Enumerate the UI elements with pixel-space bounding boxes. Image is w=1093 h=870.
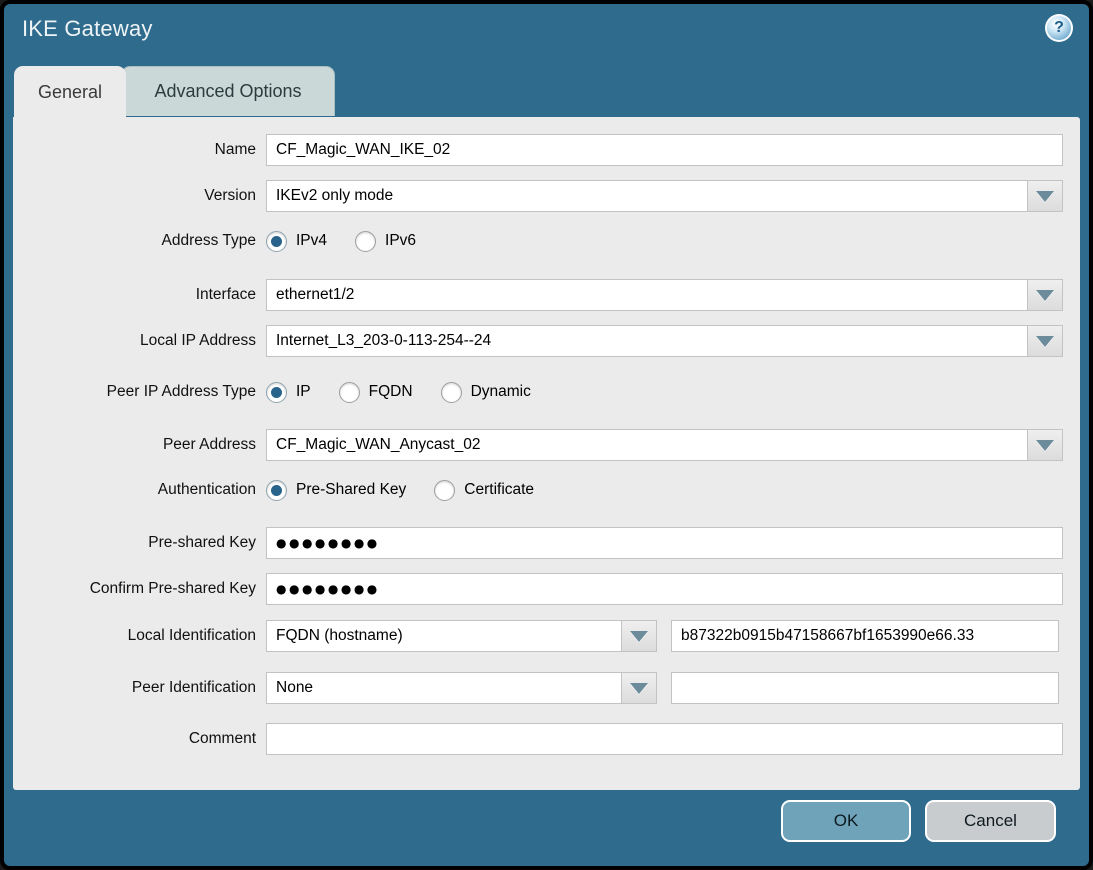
local-identification-value-input[interactable] bbox=[671, 620, 1059, 652]
local-ip-dropdown[interactable]: Internet_L3_203-0-113-254--24 bbox=[266, 325, 1063, 357]
help-icon[interactable]: ? bbox=[1045, 14, 1073, 42]
ipv6-radio-label: IPv6 bbox=[385, 232, 416, 250]
ipv4-radio-label: IPv4 bbox=[296, 232, 327, 250]
peer-identification-type-dropdown[interactable]: None bbox=[266, 672, 657, 704]
pre-shared-key-label: Pre-shared Key bbox=[13, 534, 266, 552]
local-identification-dropdown-button[interactable] bbox=[621, 621, 656, 651]
auth-psk-option[interactable]: Pre-Shared Key bbox=[266, 480, 406, 501]
auth-psk-radio-label: Pre-Shared Key bbox=[296, 481, 406, 499]
peer-ip-type-label: Peer IP Address Type bbox=[13, 383, 266, 401]
ike-gateway-dialog: IKE Gateway ? General Advanced Options N… bbox=[0, 0, 1093, 870]
pre-shared-key-input[interactable] bbox=[266, 527, 1063, 559]
row-authentication: Authentication Pre-Shared Key Certificat… bbox=[13, 476, 1063, 504]
dialog-title: IKE Gateway bbox=[22, 16, 153, 42]
auth-certificate-radio[interactable] bbox=[434, 480, 455, 501]
peer-address-dropdown-button[interactable] bbox=[1027, 430, 1062, 460]
peer-identification-label: Peer Identification bbox=[13, 679, 266, 697]
interface-label: Interface bbox=[13, 286, 266, 304]
interface-dropdown-button[interactable] bbox=[1027, 280, 1062, 310]
confirm-pre-shared-key-input[interactable] bbox=[266, 573, 1063, 605]
row-pre-shared-key: Pre-shared Key bbox=[13, 527, 1063, 559]
ok-button-label: OK bbox=[834, 811, 859, 831]
chevron-down-icon bbox=[1036, 191, 1054, 202]
row-peer-ip-type: Peer IP Address Type IP FQDN Dynamic bbox=[13, 378, 1063, 406]
tab-general[interactable]: General bbox=[14, 66, 126, 118]
comment-input[interactable] bbox=[266, 723, 1063, 755]
peer-dynamic-radio-label: Dynamic bbox=[471, 383, 531, 401]
peer-identification-value-input[interactable] bbox=[671, 672, 1059, 704]
row-local-identification: Local Identification FQDN (hostname) bbox=[13, 620, 1063, 652]
peer-type-dynamic-option[interactable]: Dynamic bbox=[441, 382, 531, 403]
peer-type-fqdn-option[interactable]: FQDN bbox=[339, 382, 413, 403]
chevron-down-icon bbox=[1036, 290, 1054, 301]
name-label: Name bbox=[13, 141, 266, 159]
row-confirm-pre-shared-key: Confirm Pre-shared Key bbox=[13, 573, 1063, 605]
row-peer-identification: Peer Identification None bbox=[13, 672, 1063, 704]
tab-advanced-options[interactable]: Advanced Options bbox=[121, 66, 335, 116]
auth-certificate-radio-label: Certificate bbox=[464, 481, 534, 499]
version-dropdown-button[interactable] bbox=[1027, 181, 1062, 211]
cancel-button-label: Cancel bbox=[964, 811, 1017, 831]
row-version: Version IKEv2 only mode bbox=[13, 180, 1063, 212]
row-local-ip: Local IP Address Internet_L3_203-0-113-2… bbox=[13, 325, 1063, 357]
peer-type-ip-option[interactable]: IP bbox=[266, 382, 311, 403]
chevron-down-icon bbox=[630, 631, 648, 642]
peer-identification-type-value: None bbox=[267, 673, 621, 703]
address-type-ipv6-option[interactable]: IPv6 bbox=[355, 231, 416, 252]
local-ip-value: Internet_L3_203-0-113-254--24 bbox=[267, 326, 1027, 356]
auth-psk-radio[interactable] bbox=[266, 480, 287, 501]
name-input[interactable] bbox=[266, 134, 1063, 166]
cancel-button[interactable]: Cancel bbox=[925, 800, 1056, 842]
general-tab-panel: Name Version IKEv2 only mode Address Typ… bbox=[13, 117, 1080, 790]
local-ip-label: Local IP Address bbox=[13, 332, 266, 350]
chevron-down-icon bbox=[1036, 336, 1054, 347]
peer-dynamic-radio[interactable] bbox=[441, 382, 462, 403]
ok-button[interactable]: OK bbox=[781, 800, 911, 842]
peer-address-value: CF_Magic_WAN_Anycast_02 bbox=[267, 430, 1027, 460]
row-peer-address: Peer Address CF_Magic_WAN_Anycast_02 bbox=[13, 429, 1063, 461]
local-identification-type-dropdown[interactable]: FQDN (hostname) bbox=[266, 620, 657, 652]
tab-general-label: General bbox=[38, 82, 102, 103]
peer-address-dropdown[interactable]: CF_Magic_WAN_Anycast_02 bbox=[266, 429, 1063, 461]
local-identification-label: Local Identification bbox=[13, 627, 266, 645]
version-value: IKEv2 only mode bbox=[267, 181, 1027, 211]
ipv6-radio[interactable] bbox=[355, 231, 376, 252]
local-identification-type-value: FQDN (hostname) bbox=[267, 621, 621, 651]
chevron-down-icon bbox=[1036, 440, 1054, 451]
comment-label: Comment bbox=[13, 730, 266, 748]
peer-fqdn-radio[interactable] bbox=[339, 382, 360, 403]
row-interface: Interface ethernet1/2 bbox=[13, 279, 1063, 311]
peer-ip-radio[interactable] bbox=[266, 382, 287, 403]
peer-ip-radio-label: IP bbox=[296, 383, 311, 401]
authentication-label: Authentication bbox=[13, 481, 266, 499]
row-address-type: Address Type IPv4 IPv6 bbox=[13, 227, 1063, 255]
version-dropdown[interactable]: IKEv2 only mode bbox=[266, 180, 1063, 212]
peer-fqdn-radio-label: FQDN bbox=[369, 383, 413, 401]
title-bar: IKE Gateway ? bbox=[4, 4, 1089, 64]
auth-certificate-option[interactable]: Certificate bbox=[434, 480, 534, 501]
peer-identification-dropdown-button[interactable] bbox=[621, 673, 656, 703]
address-type-ipv4-option[interactable]: IPv4 bbox=[266, 231, 327, 252]
confirm-pre-shared-key-label: Confirm Pre-shared Key bbox=[13, 580, 266, 598]
tab-advanced-options-label: Advanced Options bbox=[154, 81, 301, 102]
chevron-down-icon bbox=[630, 683, 648, 694]
interface-dropdown[interactable]: ethernet1/2 bbox=[266, 279, 1063, 311]
row-name: Name bbox=[13, 134, 1063, 166]
address-type-label: Address Type bbox=[13, 232, 266, 250]
row-comment: Comment bbox=[13, 723, 1063, 755]
interface-value: ethernet1/2 bbox=[267, 280, 1027, 310]
peer-address-label: Peer Address bbox=[13, 436, 266, 454]
local-ip-dropdown-button[interactable] bbox=[1027, 326, 1062, 356]
version-label: Version bbox=[13, 187, 266, 205]
ipv4-radio[interactable] bbox=[266, 231, 287, 252]
